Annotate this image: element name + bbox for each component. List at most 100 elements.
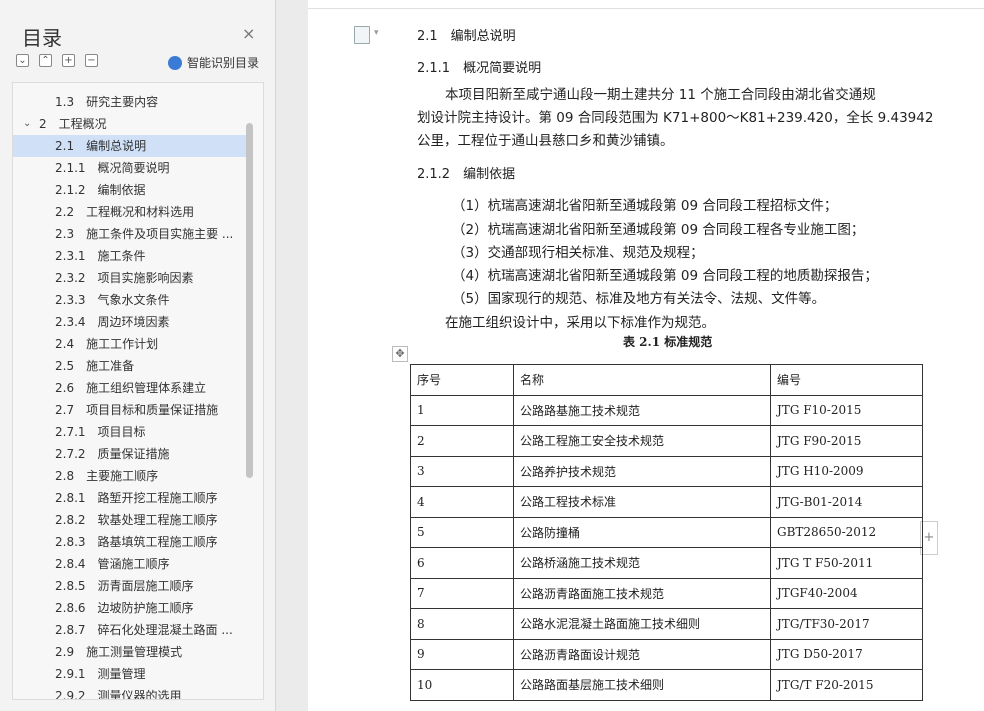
table-caption: 表 2.1 标准规范 [623,335,713,349]
table-cell: JTG/TF30-2017 [770,608,923,640]
toc-item[interactable]: 2.9.2 测量仪器的选用 [13,685,253,699]
list-item: （4）杭瑞高速湖北省阳新至通城段第 09 合同段工程的地质勘探报告； [452,268,878,284]
table-row: 2 公路工程施工安全技术规范 JTG F90-2015 [410,425,923,457]
toc-item-label: 2.7.2 质量保证措施 [55,447,170,461]
expand-all-icon[interactable]: ⌃ [39,54,52,67]
toc-item[interactable]: 2.5 施工准备 [13,355,253,377]
toc-item[interactable]: 2.7.1 项目目标 [13,421,253,443]
toc-item-label: 2.8 主要施工顺序 [55,469,159,483]
paragraph-line: 划设计院主持设计。第 09 合同段范围为 K71+800～K81+239.420… [417,110,934,126]
heading-2-1-2: 2.1.2 编制依据 [417,167,516,182]
toc-item-label: 2.4 施工工作计划 [55,337,159,351]
table-cell: JTGF40-2004 [770,577,923,609]
toc-item-label: 2.8.4 管涵施工顺序 [55,557,170,571]
toc-item[interactable]: 2.4 施工工作计划 [13,333,253,355]
toc-item[interactable]: 2.3 施工条件及项目实施主要 ... [13,223,253,245]
table-row: 9 公路沥青路面设计规范 JTG D50-2017 [410,638,923,670]
toc-item[interactable]: 2.3.2 项目实施影响因素 [13,267,253,289]
toc-item-label: 2.7.1 项目目标 [55,425,146,439]
toc-scrollbar[interactable] [246,123,253,478]
table-header-cell: 序号 [410,364,514,396]
toc-item[interactable]: 2.9 施工测量管理模式 [13,641,253,663]
toc-item-label: 2.8.2 软基处理工程施工顺序 [55,513,218,527]
table-cell: 7 [410,577,514,609]
table-row: 7 公路沥青路面施工技术规范 JTGF40-2004 [410,577,923,609]
table-move-icon[interactable]: ✥ [392,346,408,362]
toc-item-label: 2.2 工程概况和材料选用 [55,205,195,219]
toc-item[interactable]: 2.7.2 质量保证措施 [13,443,253,465]
table-cell: JTG F90-2015 [770,425,923,457]
toc-item[interactable]: 2.3.3 气象水文条件 [13,289,253,311]
toc-item[interactable]: 2.1.2 编制依据 [13,179,253,201]
heading-2-1-1: 2.1.1 概况简要说明 [417,61,542,76]
toc-item[interactable]: 2.3.4 周边环境因素 [13,311,253,333]
toc-item-label: 2.1.1 概况简要说明 [55,161,170,175]
close-icon[interactable]: × [242,24,255,43]
table-cell: 8 [410,608,514,640]
toc-item[interactable]: 2.8 主要施工顺序 [13,465,253,487]
remove-heading-icon[interactable]: − [85,54,98,67]
table-cell: 公路沥青路面施工技术规范 [513,577,771,609]
toc-item-label: 2.9.1 测量管理 [55,667,146,681]
toc-item-label: 2.9 施工测量管理模式 [55,645,183,659]
smart-recognize-button[interactable]: 智能识别目录 [168,54,259,71]
list-item: （1）杭瑞高速湖北省阳新至通城段第 09 合同段工程招标文件； [452,198,838,214]
collapse-all-icon[interactable]: ⌄ [16,54,29,67]
heading-2-1: 2.1 编制总说明 [417,29,516,44]
table-row: 5 公路防撞桶 GBT28650-2012 [410,516,923,548]
table-cell: 公路水泥混凝土路面施工技术细则 [513,608,771,640]
toc-item[interactable]: 2.8.1 路堑开挖工程施工顺序 [13,487,253,509]
toc-item[interactable]: 2.1.1 概况简要说明 [13,157,253,179]
toc-item-label: 2.8.7 碎石化处理混凝土路面 ... [55,623,233,637]
table-cell: 2 [410,425,514,457]
toc-item-label: 2 工程概况 [39,117,107,131]
smart-recognize-icon [168,55,182,70]
list-item: （2）杭瑞高速湖北省阳新至通城段第 09 合同段工程各专业施工图； [452,222,865,238]
toc-item[interactable]: 2.8.4 管涵施工顺序 [13,553,253,575]
table-cell: 9 [410,638,514,670]
table-cell: JTG F10-2015 [770,394,923,426]
toc-item-label: 2.3.2 项目实施影响因素 [55,271,194,285]
toc-item-label: 2.3.1 施工条件 [55,249,146,263]
chevron-down-icon[interactable]: ⌄ [23,113,31,135]
table-header-cell: 编号 [770,364,923,396]
add-heading-icon[interactable]: + [62,54,75,67]
toc-item-label: 2.5 施工准备 [55,359,135,373]
toc-item[interactable]: 2.8.3 路基填筑工程施工顺序 [13,531,253,553]
toc-item[interactable]: 2.1 编制总说明 [13,135,253,157]
document-icon[interactable] [354,26,370,44]
table-cell: 公路养护技术规范 [513,455,771,487]
toc-item[interactable]: 2.8.5 沥青面层施工顺序 [13,575,253,597]
toc-item[interactable]: 2.8.7 碎石化处理混凝土路面 ... [13,619,253,641]
toc-item[interactable]: 2.8.6 边坡防护施工顺序 [13,597,253,619]
table-cell: JTG H10-2009 [770,455,923,487]
table-cell: GBT28650-2012 [770,516,923,548]
paragraph-line: 本项目阳新至咸宁通山段一期土建共分 11 个施工合同段由湖北省交通规 [445,87,876,103]
table-row: 8 公路水泥混凝土路面施工技术细则 JTG/TF30-2017 [410,608,923,640]
toc-item-label: 1.3 研究主要内容 [55,95,159,109]
paragraph-line: 在施工组织设计中，采用以下标准作为规范。 [445,315,715,331]
toc-item[interactable]: 1.3 研究主要内容 [13,91,253,113]
table-cell: JTG D50-2017 [770,638,923,670]
table-header-row: 序号 名称 编号 [410,364,923,396]
toc-list: 1.3 研究主要内容 ⌄ 2 工程概况 2.1 编制总说明 2.1.1 概况简要说明 2.… [13,91,253,699]
table-cell: 4 [410,486,514,518]
chevron-down-icon[interactable]: ▾ [374,28,379,38]
table-row: 6 公路桥涵施工技术规范 JTG T F50-2011 [410,547,923,579]
toc-item[interactable]: 2.7 项目目标和质量保证措施 [13,399,253,421]
toc-item[interactable]: 2.9.1 测量管理 [13,663,253,685]
toc-item-label: 2.3 施工条件及项目实施主要 ... [55,227,234,241]
toc-item-label: 2.7 项目目标和质量保证措施 [55,403,219,417]
table-row: 3 公路养护技术规范 JTG H10-2009 [410,455,923,487]
list-item: （3）交通部现行相关标准、规范及规程； [452,245,704,261]
toc-item[interactable]: 2.8.2 软基处理工程施工顺序 [13,509,253,531]
toc-item[interactable]: ⌄ 2 工程概况 [13,113,253,135]
toc-item[interactable]: 2.3.1 施工条件 [13,245,253,267]
toc-item[interactable]: 2.6 施工组织管理体系建立 [13,377,253,399]
toc-item[interactable]: 2.2 工程概况和材料选用 [13,201,253,223]
table-cell: 5 [410,516,514,548]
standards-table: 序号 名称 编号 1 公路路基施工技术规范 JTG F10-2015 2 公路工程施工安… [410,364,923,701]
table-cell: 公路工程施工安全技术规范 [513,425,771,457]
table-cell: 6 [410,547,514,579]
table-cell: 公路桥涵施工技术规范 [513,547,771,579]
